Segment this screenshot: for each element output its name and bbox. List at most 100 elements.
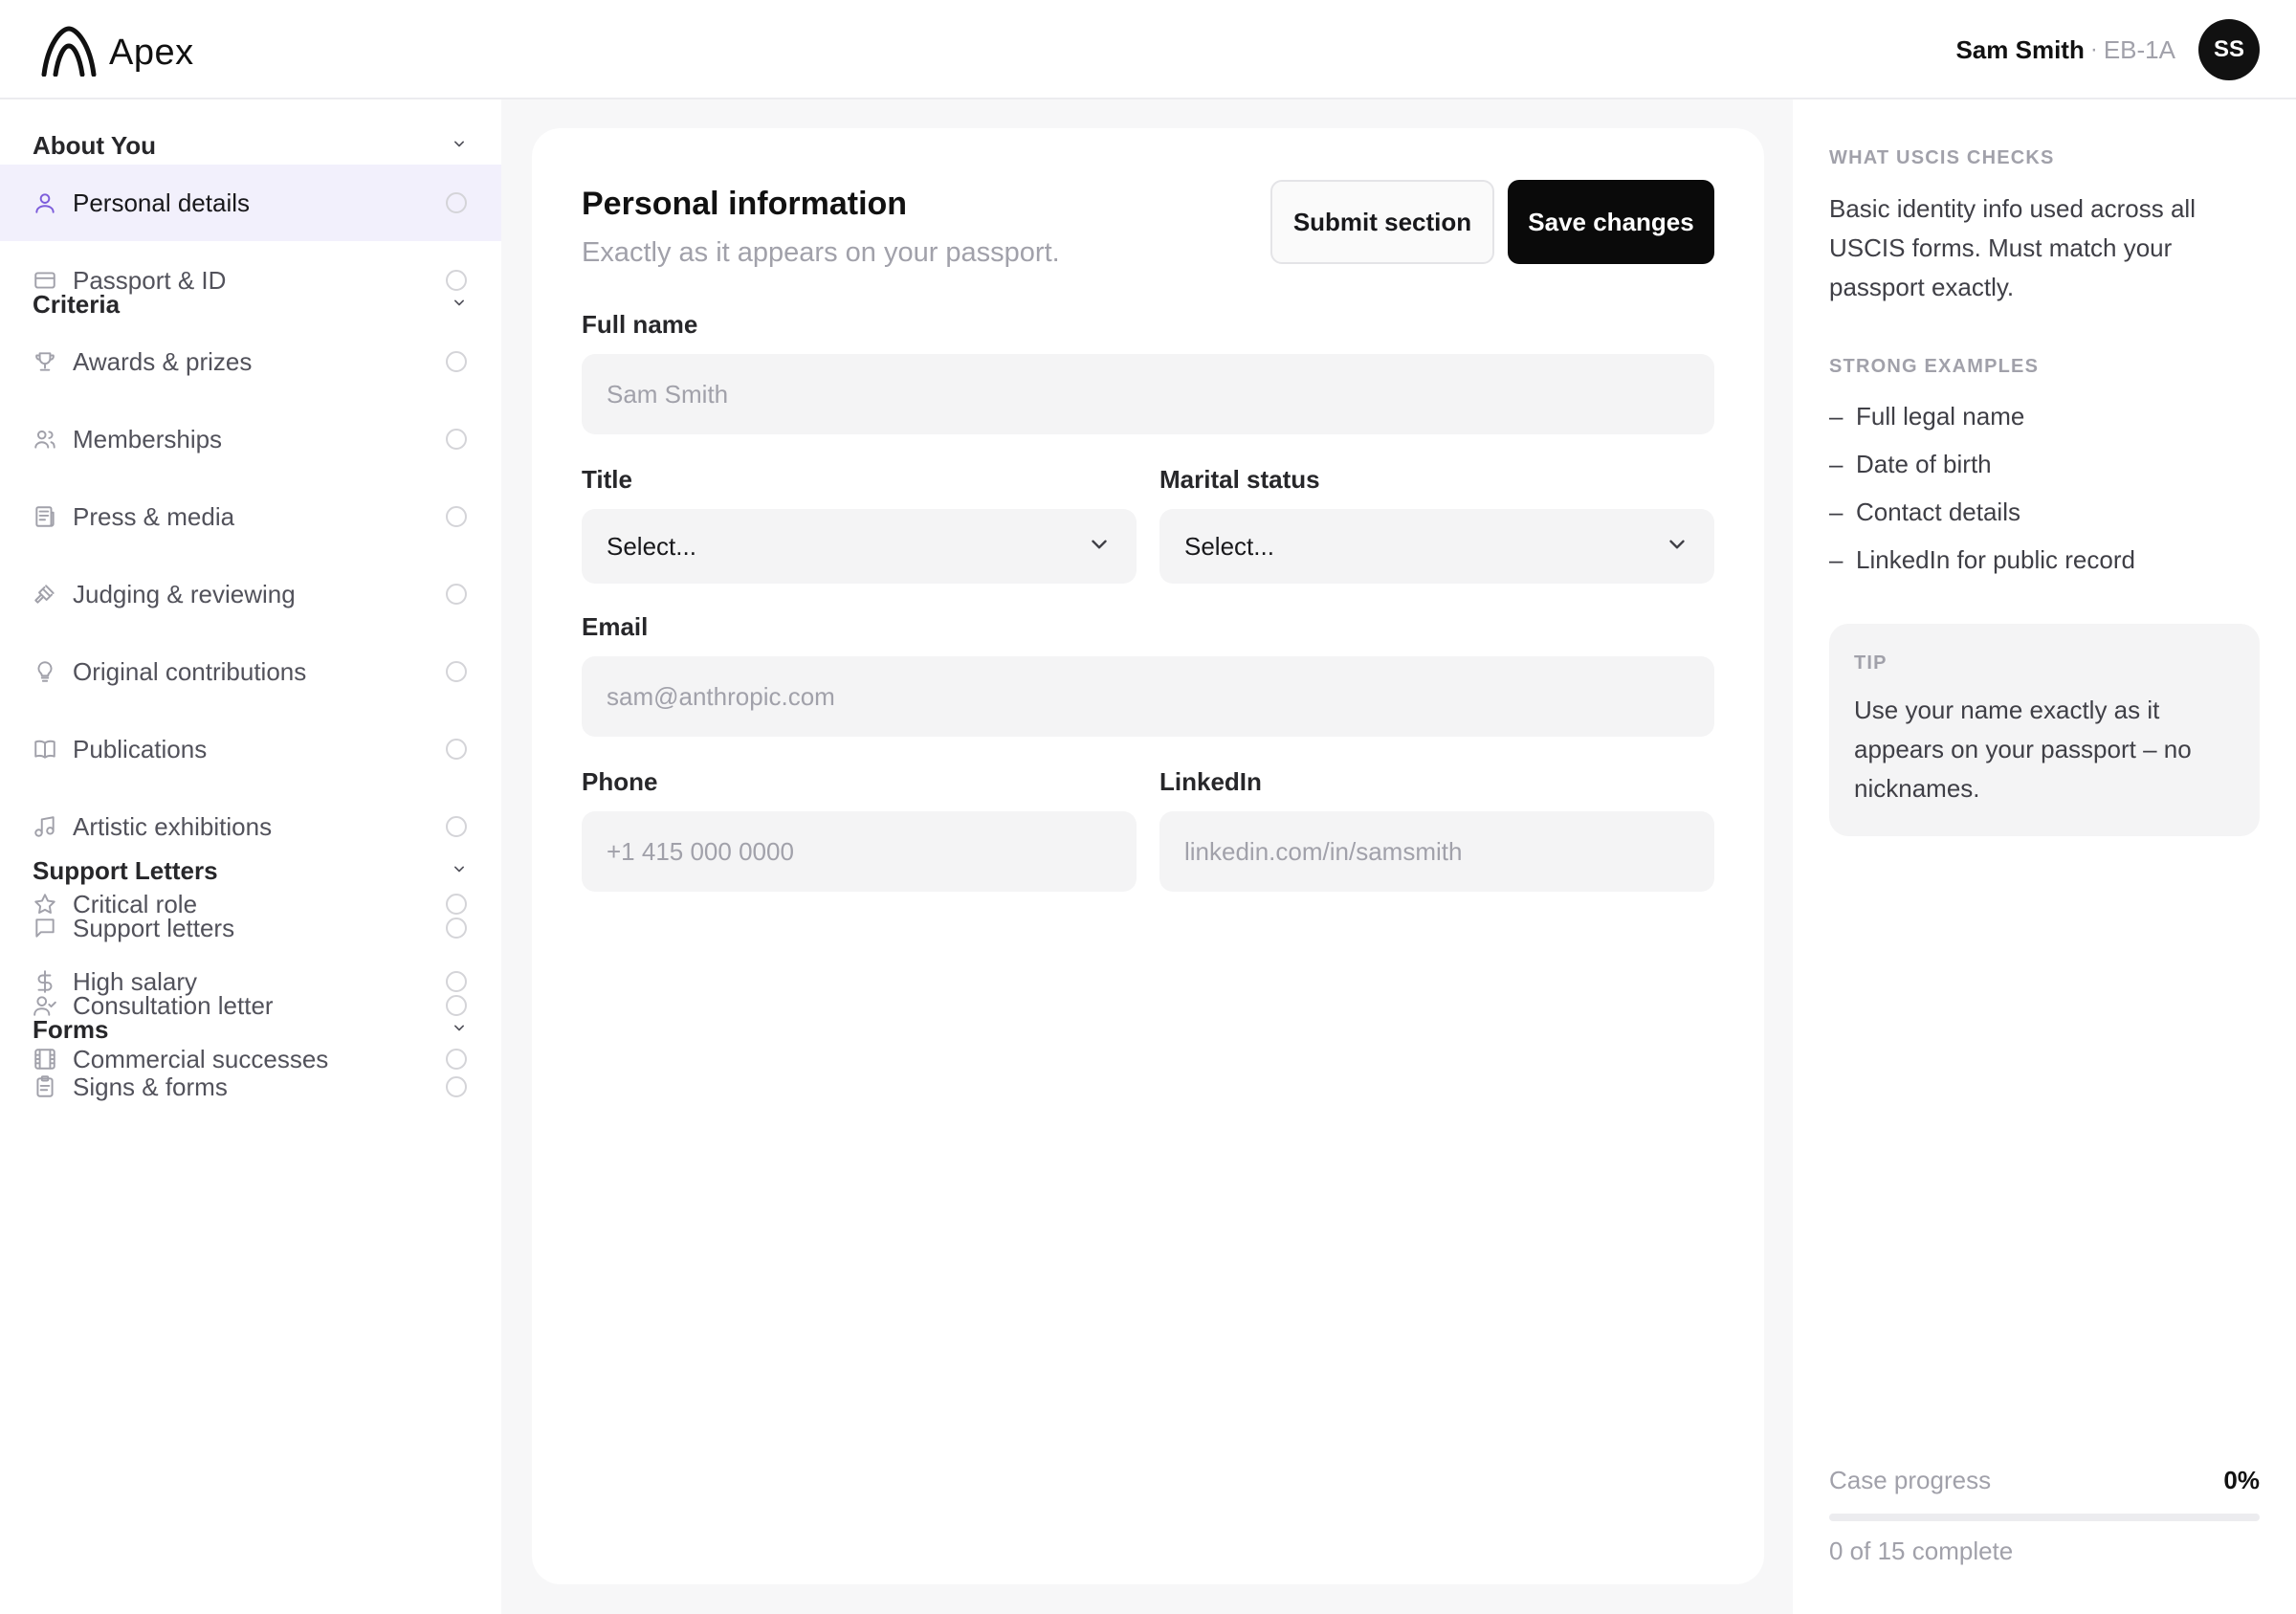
example-text: Full legal name — [1856, 402, 2025, 431]
example-dash: – — [1829, 497, 1843, 526]
uscis-text: Basic identity info used across all USCI… — [1829, 194, 2196, 301]
brand-name: Apex — [109, 33, 194, 73]
linkedin-label: LinkedIn — [1159, 767, 1262, 796]
status-circle-icon — [446, 584, 467, 605]
status-circle-icon — [446, 351, 467, 372]
music-icon — [33, 814, 57, 839]
sidebar-item-awards-prizes[interactable]: Awards & prizes — [0, 323, 501, 400]
case-progress-count: 0 of 15 complete — [1829, 1537, 2014, 1565]
brand[interactable]: Apex — [40, 25, 194, 81]
user-menu[interactable]: Sam Smith · EB-1A SS — [1955, 19, 2260, 80]
clipboard-icon — [33, 1074, 57, 1099]
sidebar-item-label: Artistic exhibitions — [73, 811, 273, 841]
email-input[interactable] — [582, 656, 1714, 737]
title-select-value: Select... — [607, 531, 696, 561]
sidebar-section-title: Support Letters — [33, 855, 218, 885]
example-dash: – — [1829, 545, 1843, 574]
status-circle-icon — [446, 429, 467, 450]
example-dash: – — [1829, 402, 1843, 431]
users-icon — [33, 427, 57, 452]
tip-label: TIP — [1854, 652, 1888, 674]
chevron-down-icon — [450, 293, 469, 317]
chevron-down-icon — [450, 134, 469, 158]
case-progress-percent: 0% — [2223, 1466, 2260, 1494]
sidebar-item-label: Original contributions — [73, 656, 307, 686]
status-circle-icon — [446, 1076, 467, 1097]
linkedin-input[interactable] — [1159, 811, 1714, 892]
status-circle-icon — [446, 506, 467, 527]
marital-status-select-value: Select... — [1184, 531, 1274, 561]
page-title: Personal information — [582, 186, 908, 222]
sidebar-item-personal-details[interactable]: Personal details — [0, 165, 501, 241]
example-item: – Contact details — [1829, 497, 2020, 527]
user-separator: · — [2089, 36, 2098, 62]
sidebar-item-label: Personal details — [73, 188, 250, 217]
example-dash: – — [1829, 450, 1843, 478]
sidebar-item-support-letters[interactable]: Support letters — [0, 890, 501, 966]
email-label: Email — [582, 612, 649, 641]
gavel-icon — [33, 582, 57, 607]
sidebar-section-title: Forms — [33, 1014, 109, 1044]
top-bar: Apex Sam Smith · EB-1A SS — [0, 0, 2296, 99]
trophy-icon — [33, 349, 57, 374]
sidebar-item-memberships[interactable]: Memberships — [0, 401, 501, 477]
chevron-down-icon — [450, 859, 469, 883]
sidebar-item-signs-forms[interactable]: Signs & forms — [0, 1049, 501, 1125]
submit-section-button[interactable]: Submit section — [1270, 180, 1494, 264]
save-changes-button[interactable]: Save changes — [1508, 180, 1714, 264]
sidebar-item-label: Press & media — [73, 501, 235, 531]
user-name: Sam Smith — [1955, 34, 2085, 64]
case-progress-label: Case progress — [1829, 1466, 1992, 1494]
chevron-down-icon — [1665, 532, 1689, 562]
sidebar-item-press-media[interactable]: Press & media — [0, 478, 501, 555]
newspaper-icon — [33, 504, 57, 529]
sidebar-item-label: Signs & forms — [73, 1072, 228, 1101]
sidebar: About You Personal details Passport & ID Cr… — [0, 99, 501, 1614]
phone-label: Phone — [582, 767, 658, 796]
status-circle-icon — [446, 739, 467, 760]
sidebar-item-publications[interactable]: Publications — [0, 711, 501, 787]
sidebar-item-label: Support letters — [73, 913, 235, 942]
tip-text: Use your name exactly as it appears on y… — [1854, 696, 2192, 803]
marital-status-label: Marital status — [1159, 465, 1320, 494]
full-name-label: Full name — [582, 310, 698, 339]
case-progress-bar — [1829, 1514, 2260, 1521]
example-text: LinkedIn for public record — [1856, 545, 2135, 574]
example-item: – LinkedIn for public record — [1829, 545, 2135, 575]
marital-status-select[interactable]: Select... — [1159, 509, 1714, 584]
sidebar-section-title: Criteria — [33, 289, 121, 319]
lightbulb-icon — [33, 659, 57, 684]
message-icon — [33, 916, 57, 940]
example-text: Date of birth — [1856, 450, 1992, 478]
chevron-down-icon — [1087, 532, 1112, 562]
example-item: – Date of birth — [1829, 450, 1992, 479]
uscis-heading: WHAT USCIS CHECKS — [1829, 147, 2055, 168]
title-label: Title — [582, 465, 632, 494]
example-text: Contact details — [1856, 497, 2020, 526]
sidebar-item-original-contributions[interactable]: Original contributions — [0, 633, 501, 710]
form-card: Personal information Exactly as it appea… — [532, 128, 1764, 1584]
sidebar-item-judging-reviewing[interactable]: Judging & reviewing — [0, 556, 501, 632]
book-icon — [33, 737, 57, 762]
sidebar-item-label: Awards & prizes — [73, 346, 253, 376]
sidebar-item-label: Memberships — [73, 424, 223, 453]
status-circle-icon — [446, 816, 467, 837]
examples-heading: STRONG EXAMPLES — [1829, 356, 2040, 377]
status-circle-icon — [446, 661, 467, 682]
example-item: – Full legal name — [1829, 402, 2024, 431]
title-select[interactable]: Select... — [582, 509, 1137, 584]
visa-type: EB-1A — [2103, 34, 2175, 64]
chevron-down-icon — [450, 1018, 469, 1042]
status-circle-icon — [446, 192, 467, 213]
avatar[interactable]: SS — [2198, 19, 2260, 80]
sidebar-section-title: About You — [33, 130, 157, 160]
sidebar-item-label: Judging & reviewing — [73, 579, 296, 608]
phone-input[interactable] — [582, 811, 1137, 892]
user-icon — [33, 190, 57, 215]
tip-box: TIP Use your name exactly as it appears … — [1829, 624, 2260, 836]
status-circle-icon — [446, 918, 467, 939]
apex-logo-icon — [40, 25, 98, 81]
page-subtitle: Exactly as it appears on your passport. — [582, 237, 1060, 268]
sidebar-item-label: Publications — [73, 734, 208, 763]
full-name-input[interactable] — [582, 354, 1714, 434]
